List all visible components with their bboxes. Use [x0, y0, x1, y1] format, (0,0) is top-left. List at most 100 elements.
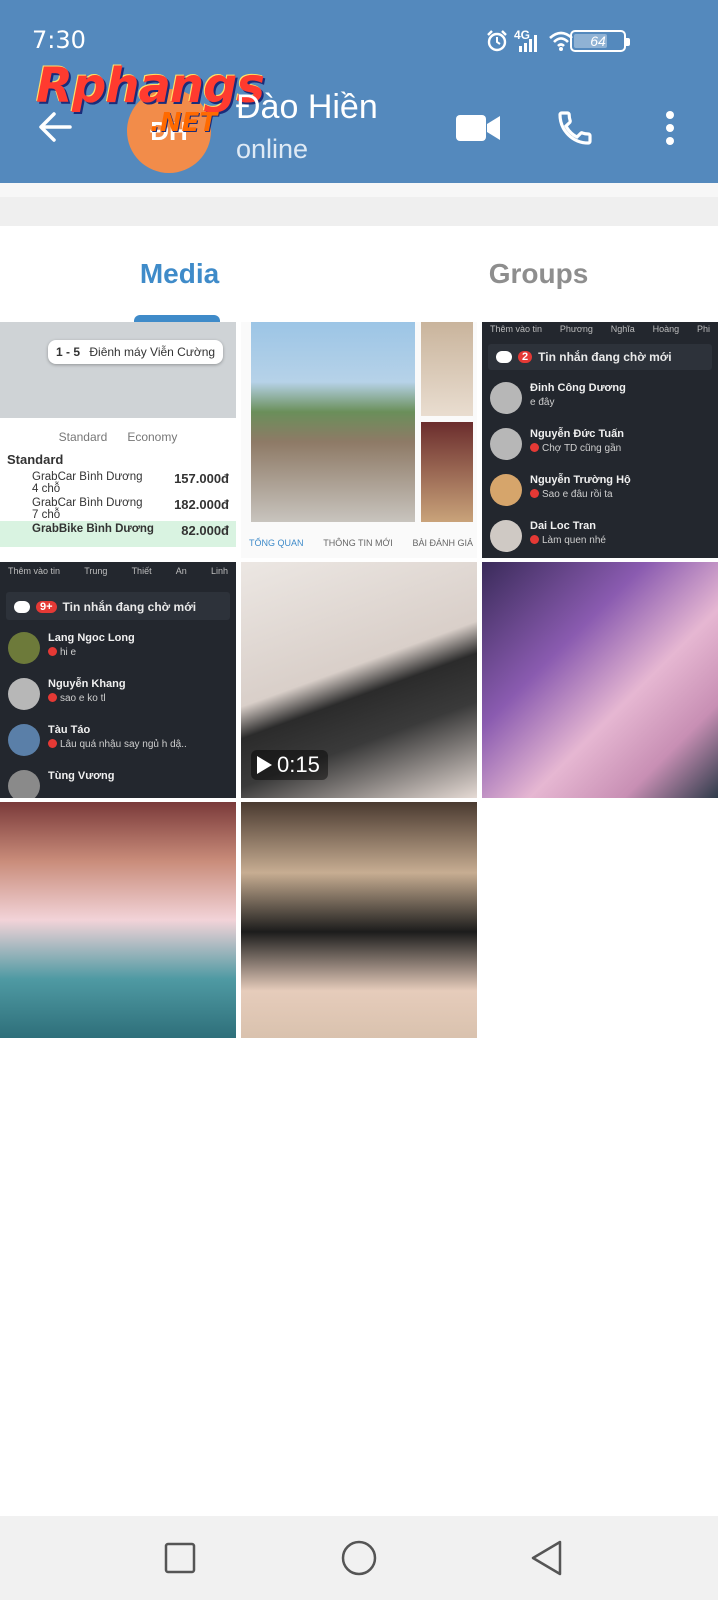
story-label: Thêm vào tin — [490, 324, 543, 334]
ride-option: GrabCar Bình Dương 4 chỗ 157.000đ — [0, 469, 236, 495]
battery-indicator: 64 — [570, 30, 630, 52]
unread-dot — [530, 489, 539, 498]
video-duration: 0:15 — [277, 752, 320, 777]
story-label: Phi — [696, 324, 710, 334]
nav-back-button[interactable] — [524, 1536, 568, 1580]
unread-dot — [530, 443, 539, 452]
video-call-button[interactable] — [454, 104, 502, 152]
media-thumbnail-video[interactable]: 0:15 — [241, 562, 477, 798]
ride-name: GrabBike Bình Dương — [32, 523, 154, 535]
ride-price: 182.000đ — [174, 497, 229, 512]
avatar — [8, 678, 40, 710]
story-label: Hoàng — [652, 324, 680, 334]
route-destination: Điênh máy Viễn Cường — [89, 345, 216, 359]
sender-name: Dai Loc Tran — [530, 520, 597, 532]
avatar — [490, 428, 522, 460]
hotel-tab: THÔNG TIN MỚI — [323, 538, 393, 548]
media-thumbnail-photo[interactable] — [0, 802, 236, 1038]
ride-option: GrabCar Bình Dương 7 chỗ 182.000đ — [0, 495, 236, 521]
list-item: Nguyễn Khang sao e ko tl — [0, 672, 236, 718]
square-icon — [164, 1542, 196, 1574]
chat-bubble-icon — [14, 601, 30, 613]
unread-dot — [48, 739, 57, 748]
media-thumbnail-photo[interactable] — [241, 802, 477, 1038]
unread-badge: 2 — [518, 351, 533, 363]
media-thumbnail-messages[interactable]: Thêm vào tin Phương Nghĩa Hoàng Phi 2 Ti… — [482, 322, 718, 558]
message-preview: Lâu quá nhậu say ngủ h dậ.. — [48, 739, 187, 750]
triangle-back-icon — [531, 1540, 562, 1576]
media-thumbnail-messages[interactable]: Thêm vào tin Trung Thiết An Linh 9+ Tin … — [0, 562, 236, 798]
unread-badge: 9+ — [36, 601, 57, 613]
sender-name: Tùng Vương — [48, 770, 115, 782]
media-thumbnail-hotel[interactable]: TỔNG QUAN THÔNG TIN MỚI BÀI ĐÁNH GIÁ — [241, 322, 477, 558]
more-vertical-icon — [666, 111, 674, 145]
hotel-room-photo — [421, 422, 473, 522]
sender-name: Tàu Táo — [48, 724, 91, 736]
alarm-icon — [487, 30, 507, 52]
requests-title: Tin nhắn đang chờ mới — [538, 350, 672, 364]
watermark-logo: Rphangs — [36, 58, 265, 114]
list-item: Nguyễn Đức Tuấn Chợ TD cũng gần — [482, 422, 718, 468]
hotel-tab: BÀI ĐÁNH GIÁ — [412, 538, 473, 548]
message-text: Chợ TD cũng gần — [542, 443, 622, 454]
nav-home-button[interactable] — [337, 1536, 381, 1580]
list-item: Nguyễn Trường Hộ Sao e đâu rồi ta — [482, 468, 718, 514]
video-camera-icon — [456, 115, 500, 141]
status-time: 7:30 — [32, 26, 86, 54]
nav-recents-button[interactable] — [158, 1536, 202, 1580]
sender-name: Đinh Công Dương — [530, 382, 626, 394]
message-text: sao e ko tl — [60, 693, 106, 704]
list-item: Lang Ngoc Long hi e — [0, 626, 236, 672]
ride-price: 157.000đ — [174, 471, 229, 486]
media-thumbnail-photo[interactable] — [482, 562, 718, 798]
tab-media[interactable]: Media — [0, 226, 359, 322]
sender-name: Nguyễn Đức Tuấn — [530, 428, 624, 440]
avatar — [8, 770, 40, 798]
list-item: Dai Loc Tran Làm quen nhé — [482, 514, 718, 558]
message-preview: sao e ko tl — [48, 693, 126, 704]
hotel-photo — [251, 322, 415, 522]
story-label: Thiết — [131, 566, 152, 576]
list-item: Tùng Vương — [0, 764, 236, 798]
message-requests-header: 2 Tin nhắn đang chờ mới — [488, 344, 712, 370]
list-item: Tàu Táo Lâu quá nhậu say ngủ h dậ.. — [0, 718, 236, 764]
more-options-button[interactable] — [646, 104, 694, 152]
message-requests-header: 9+ Tin nhắn đang chờ mới — [6, 592, 230, 620]
unread-dot — [530, 535, 539, 544]
list-item: Đinh Công Dương e đây — [482, 376, 718, 422]
battery-tip — [626, 38, 630, 46]
circle-icon — [341, 1540, 377, 1576]
call-button[interactable] — [551, 104, 599, 152]
avatar — [490, 382, 522, 414]
hotel-tab: TỔNG QUAN — [249, 538, 304, 548]
unread-dot — [48, 693, 57, 702]
ride-section-title: Standard — [7, 452, 64, 467]
message-preview: hi e — [48, 647, 135, 658]
avatar — [8, 632, 40, 664]
ride-option-selected: GrabBike Bình Dương 82.000đ — [0, 521, 236, 547]
contact-name[interactable]: Đào Hiền — [236, 88, 378, 127]
story-bar: Thêm vào tin Trung Thiết An Linh — [0, 562, 236, 580]
chat-header: 7:30 4G 64 ĐH Rphangs .NET Đào Hiền onli… — [0, 0, 718, 183]
message-preview: Sao e đâu rồi ta — [530, 489, 631, 500]
story-label: Phương — [559, 324, 593, 334]
message-text: hi e — [60, 647, 77, 658]
system-nav-bar — [0, 1516, 718, 1600]
story-label: Linh — [210, 566, 228, 576]
chat-bubble-icon — [496, 351, 512, 363]
header-divider — [0, 183, 718, 226]
watermark-suffix: .NET — [150, 108, 218, 138]
ride-name: GrabCar Bình Dương 7 chỗ — [32, 497, 143, 521]
contact-status: online — [236, 134, 309, 164]
video-duration-badge: 0:15 — [251, 750, 328, 780]
phone-icon — [558, 111, 592, 145]
message-preview: Chợ TD cũng gần — [530, 443, 624, 454]
sender-name: Lang Ngoc Long — [48, 632, 135, 644]
message-text: Làm quen nhé — [542, 535, 606, 546]
play-icon — [257, 756, 272, 774]
active-tab-indicator — [134, 315, 220, 322]
message-text: Lâu quá nhậu say ngủ h dậ.. — [60, 739, 187, 750]
ride-class-tabs: Standard Economy — [0, 418, 236, 450]
media-thumbnail-ride-booking[interactable]: 1 - 5 Điênh máy Viễn Cường Standard Econ… — [0, 322, 236, 558]
tab-groups[interactable]: Groups — [359, 226, 718, 322]
